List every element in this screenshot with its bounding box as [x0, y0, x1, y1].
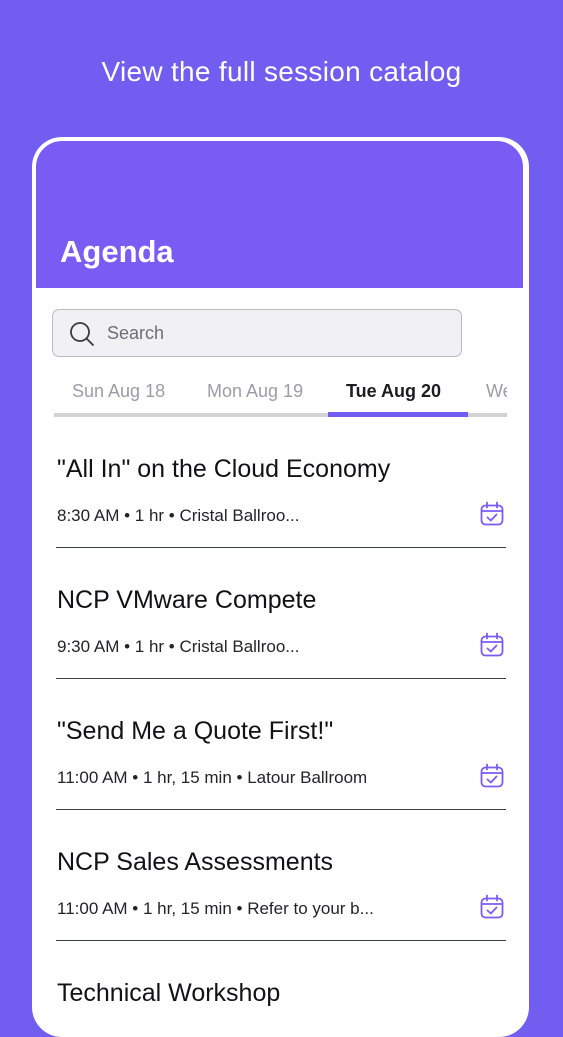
session-item[interactable]: NCP VMware Compete 9:30 AM • 1 hr • Cris… — [56, 548, 506, 679]
phone-screen: Agenda Sun Aug 18 Mon Aug 19 Tue Aug 20 … — [32, 137, 529, 1037]
session-item[interactable]: "All In" on the Cloud Economy 8:30 AM • … — [56, 417, 506, 548]
session-item[interactable]: Technical Workshop — [56, 941, 506, 1037]
session-item[interactable]: NCP Sales Assessments 11:00 AM • 1 hr, 1… — [56, 810, 506, 941]
session-list: "All In" on the Cloud Economy 8:30 AM • … — [56, 417, 506, 1037]
session-meta: 11:00 AM • 1 hr, 15 min • Refer to your … — [57, 899, 374, 918]
calendar-check-icon[interactable] — [478, 893, 506, 921]
search-box[interactable] — [52, 309, 462, 357]
session-item[interactable]: "Send Me a Quote First!" 11:00 AM • 1 hr… — [56, 679, 506, 810]
session-title: "Send Me a Quote First!" — [57, 717, 334, 745]
tab-sun-aug-18[interactable]: Sun Aug 18 — [72, 381, 165, 402]
session-title: NCP VMware Compete — [57, 586, 317, 614]
calendar-check-icon[interactable] — [478, 631, 506, 659]
page-title: Agenda — [60, 234, 174, 269]
session-meta: 9:30 AM • 1 hr • Cristal Ballroo... — [57, 637, 300, 656]
date-tabs: Sun Aug 18 Mon Aug 19 Tue Aug 20 Wed Aug… — [54, 371, 507, 417]
app-header: Agenda — [36, 141, 523, 288]
session-title: Technical Workshop — [57, 979, 281, 1007]
tab-wed-aug-21[interactable]: Wed Aug 21 — [486, 381, 507, 402]
session-title: "All In" on the Cloud Economy — [57, 455, 391, 483]
promo-headline: View the full session catalog — [101, 56, 462, 87]
tab-mon-aug-19[interactable]: Mon Aug 19 — [207, 381, 303, 402]
calendar-check-icon[interactable] — [478, 762, 506, 790]
search-icon — [70, 322, 94, 346]
tab-tue-aug-20[interactable]: Tue Aug 20 — [346, 381, 441, 402]
calendar-check-icon[interactable] — [478, 500, 506, 528]
session-meta: 11:00 AM • 1 hr, 15 min • Latour Ballroo… — [57, 768, 368, 787]
session-title: NCP Sales Assessments — [57, 848, 334, 876]
search-input[interactable] — [107, 310, 447, 356]
session-meta: 8:30 AM • 1 hr • Cristal Ballroo... — [57, 506, 300, 525]
